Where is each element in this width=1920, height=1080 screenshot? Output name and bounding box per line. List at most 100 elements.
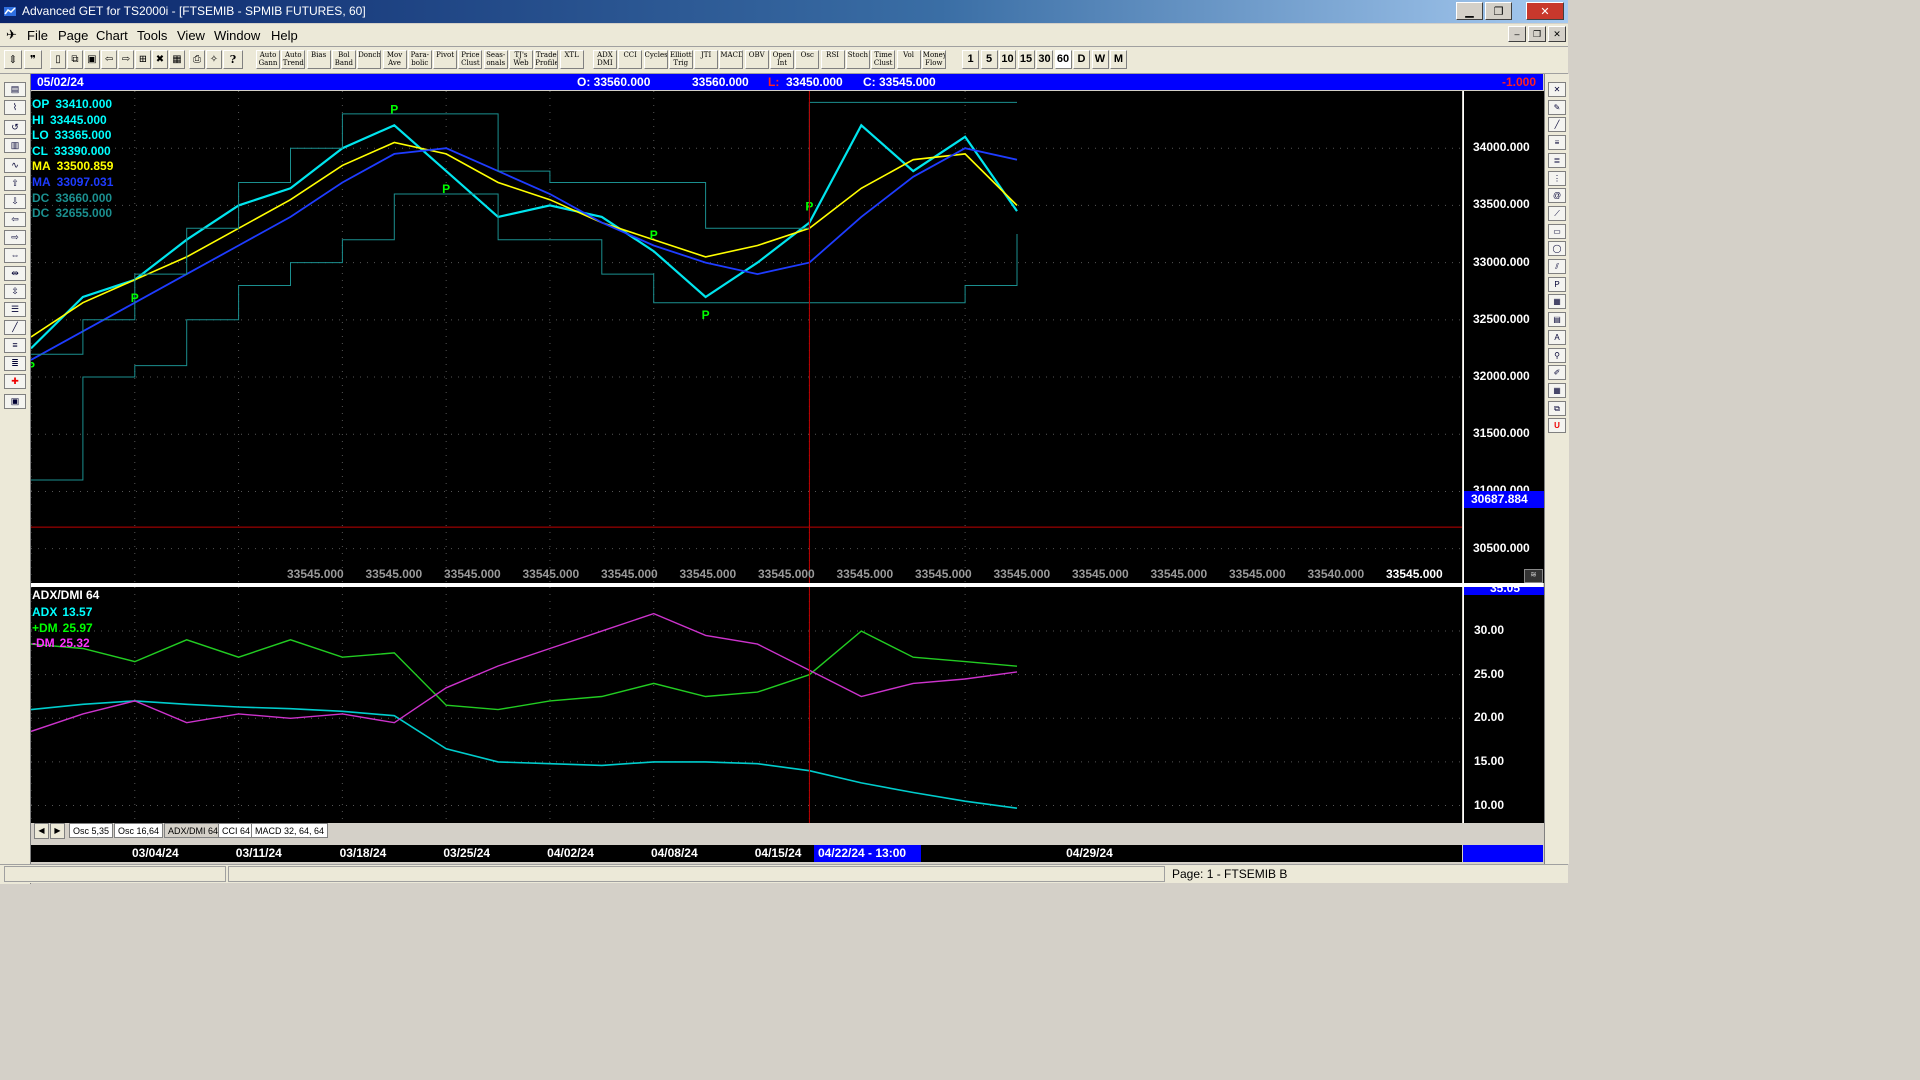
fib-time-icon[interactable]: ⋮	[1548, 170, 1566, 186]
indicator-button-elliott-trig[interactable]: Elliott Trig	[668, 50, 693, 69]
window-icon[interactable]: ⧉	[1548, 400, 1566, 416]
interval-button-15[interactable]: 15	[1017, 50, 1035, 69]
indicator-button-obv[interactable]: OBV	[744, 50, 769, 69]
price-chart-pane[interactable]: PPPPPPP OP33410.000HI33445.000LO33365.00…	[27, 91, 1462, 583]
indicator-button-seas-onals[interactable]: Seas- onals	[483, 50, 508, 69]
child-close-button[interactable]: ✕	[1548, 26, 1566, 42]
interval-button-30[interactable]: 30	[1036, 50, 1053, 69]
left-arrow-icon[interactable]: ⇦	[4, 212, 26, 227]
indicator-button-macd[interactable]: MACD	[719, 50, 744, 69]
down-arrow-icon[interactable]: ⇩	[4, 194, 26, 209]
indicator-button-trade-profile[interactable]: Trade Profile	[534, 50, 559, 69]
interval-button-60[interactable]: 60	[1054, 50, 1072, 69]
fib-icon[interactable]: ≣	[4, 356, 26, 371]
interval-button-1[interactable]: 1	[962, 50, 979, 69]
tab-osc-16-64[interactable]: Osc 16,64	[114, 823, 164, 838]
indicator-button-cci[interactable]: CCI	[618, 50, 643, 69]
indicator-button-xtl[interactable]: XTL	[559, 50, 584, 69]
indicator-button-cycles[interactable]: Cycles	[643, 50, 668, 69]
close-button[interactable]: ✕	[1526, 2, 1564, 20]
menu-chart[interactable]: Chart	[96, 28, 128, 43]
delete-icon[interactable]: ✖	[152, 50, 168, 69]
scale-icon[interactable]: ≋	[1524, 569, 1543, 583]
zoom-icon[interactable]: ⚲	[1548, 347, 1566, 363]
marker-icon[interactable]: ✐	[1548, 365, 1566, 381]
indicator-button-stoch[interactable]: Stoch	[845, 50, 870, 69]
compress-icon[interactable]: ⇔	[4, 248, 26, 263]
crosshair-icon[interactable]: ✚	[4, 374, 26, 389]
indicator-button-auto-trend[interactable]: Auto Trend	[281, 50, 306, 69]
reset-icon[interactable]: ↺	[4, 120, 26, 135]
indicator-button-tj-s-web[interactable]: TJ's Web	[509, 50, 533, 69]
indicator-button-time-clust[interactable]: Time Clust	[871, 50, 896, 69]
indicator-button-money-flow[interactable]: Money Flow	[921, 50, 946, 69]
new-icon[interactable]: ▯	[50, 50, 66, 69]
indicator-button-adx-dmi[interactable]: ADX DMI	[592, 50, 617, 69]
indicator-button-mov-ave[interactable]: Mov Ave	[382, 50, 407, 69]
menu-help[interactable]: Help	[271, 28, 298, 43]
menu-page[interactable]: Page	[58, 28, 88, 43]
scale-icon[interactable]: ⇳	[4, 284, 26, 299]
restore-button[interactable]: ❐	[1485, 2, 1512, 20]
indicator-button-pivot[interactable]: Pivot	[433, 50, 458, 69]
expand-icon[interactable]: ⇹	[4, 266, 26, 281]
interval-button-10[interactable]: 10	[999, 50, 1016, 69]
save-icon[interactable]: ▣	[84, 50, 100, 69]
table-icon[interactable]: ▦	[1548, 382, 1566, 398]
fan-icon[interactable]: ⟋	[1548, 205, 1566, 221]
list-icon[interactable]: ☰	[4, 302, 26, 317]
open-chart-icon[interactable]: ▤	[4, 82, 26, 97]
fib-extension-icon[interactable]: ≣	[1548, 152, 1566, 168]
help-icon[interactable]: ?	[223, 50, 243, 69]
quote-icon[interactable]: ❞	[24, 50, 42, 69]
pti-icon[interactable]: P	[1548, 276, 1566, 292]
tab-adx-dmi-64[interactable]: ADX/DMI 64	[164, 823, 223, 838]
up-arrow-icon[interactable]: ⇧	[4, 176, 26, 191]
magnet-icon[interactable]: U	[1548, 418, 1566, 434]
tab-cci-64[interactable]: CCI 64	[218, 823, 255, 838]
channel-icon[interactable]: ⫽	[1548, 259, 1566, 274]
fib-retracement-icon[interactable]: ≡	[1548, 135, 1566, 151]
next-page-icon[interactable]: ⇨	[118, 50, 134, 69]
indicator-button-open-int[interactable]: Open Int	[770, 50, 794, 69]
menu-view[interactable]: View	[177, 28, 205, 43]
indicator-button-vol[interactable]: Vol	[896, 50, 921, 69]
zoom-icon[interactable]: ⊞	[135, 50, 151, 69]
indicator-button-donch[interactable]: Donch	[357, 50, 382, 69]
indicator-button-osc[interactable]: Osc	[795, 50, 820, 69]
tab-scroll-left-icon[interactable]: ◀	[34, 823, 49, 839]
right-arrow-icon[interactable]: ⇨	[4, 230, 26, 245]
light-icon[interactable]: ✧	[206, 50, 222, 69]
interval-button-d[interactable]: D	[1073, 50, 1090, 69]
child-minimize-button[interactable]: –	[1508, 26, 1526, 42]
elliott-icon[interactable]: ∿	[4, 158, 26, 173]
fib-box-icon[interactable]: ▤	[1548, 312, 1566, 328]
tab-macd[interactable]: MACD 32, 64, 64	[251, 823, 329, 838]
spiral-icon[interactable]: @	[1548, 188, 1566, 204]
pin-icon[interactable]: ⇕	[4, 50, 22, 69]
tab-osc-5-35[interactable]: Osc 5,35	[69, 823, 114, 838]
interval-button-5[interactable]: 5	[980, 50, 998, 69]
interval-button-m[interactable]: M	[1110, 50, 1127, 69]
indicator-button-para-bolic[interactable]: Para- bolic	[407, 50, 432, 69]
indicator-button-price-clust[interactable]: Price Clust	[458, 50, 483, 69]
ellipse-icon[interactable]: ◯	[1548, 241, 1566, 257]
indicator-button-bol-band[interactable]: Bol Band	[331, 50, 356, 69]
menu-file[interactable]: File	[27, 28, 48, 43]
adx-dmi-pane[interactable]: ADX/DMI 64 ADX 13.57 +DM 25.97 -DM 25.32	[30, 587, 1462, 823]
box-icon[interactable]: ▭	[1548, 223, 1566, 239]
grid-icon[interactable]: ▦	[169, 50, 185, 69]
print-icon[interactable]: ⎙	[189, 50, 205, 69]
menu-tools[interactable]: Tools	[137, 28, 167, 43]
tab-scroll-right-icon[interactable]: ▶	[50, 823, 65, 839]
indicator-button-bias[interactable]: Bias	[306, 50, 331, 69]
study-icon[interactable]: ▥	[4, 138, 26, 153]
gann-fan-icon[interactable]: ≡	[4, 338, 26, 353]
close-chart-icon[interactable]: ✕	[1548, 82, 1566, 97]
prev-page-icon[interactable]: ⇦	[101, 50, 117, 69]
indicator-button-auto-gann[interactable]: Auto Gann	[256, 50, 280, 69]
gann-icon[interactable]: ⌇	[4, 100, 26, 115]
minimize-button[interactable]: ▁	[1456, 2, 1483, 20]
child-restore-button[interactable]: ❐	[1528, 26, 1546, 42]
menu-window[interactable]: Window	[214, 28, 260, 43]
